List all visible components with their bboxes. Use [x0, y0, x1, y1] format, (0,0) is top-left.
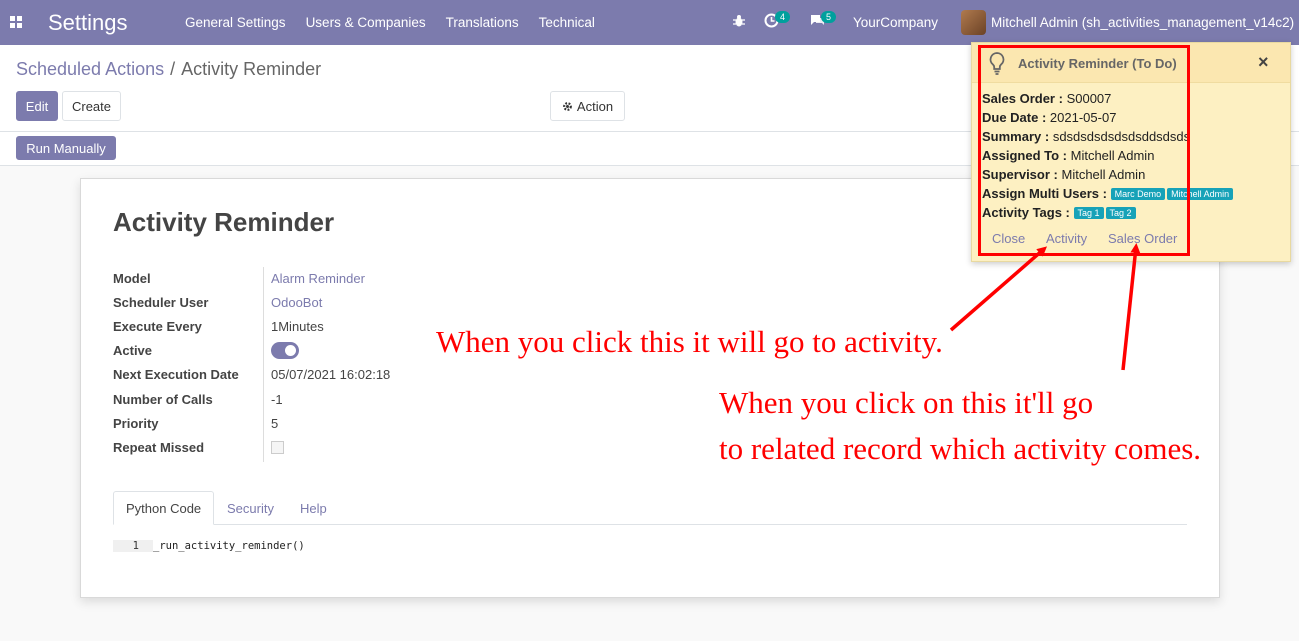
field-row-priority: Priority 5 [113, 411, 390, 435]
summary-value: sdsdsdsdsdsdsddsdsds [1052, 129, 1191, 144]
active-toggle[interactable] [271, 342, 299, 360]
popup-supervisor: Supervisor : Mitchell Admin [982, 167, 1235, 186]
scheduler-user-link[interactable]: OdooBot [263, 295, 322, 310]
gear-icon [563, 101, 572, 111]
due-date-label: Due Date : [982, 110, 1047, 125]
popup-sales-order: Sales Order : S00007 [982, 91, 1235, 110]
create-button[interactable]: Create [62, 91, 121, 121]
activity-reminder-popup: Activity Reminder (To Do) × Sales Order … [971, 42, 1291, 262]
top-navbar: Settings General Settings Users & Compan… [0, 0, 1299, 45]
field-label: Repeat Missed [113, 439, 205, 455]
app-title: Settings [48, 10, 128, 35]
model-link[interactable]: Alarm Reminder [263, 271, 365, 286]
field-label: Execute Every [113, 318, 202, 334]
assigned-label: Assigned To : [982, 148, 1067, 163]
tab-python-code[interactable]: Python Code [113, 491, 215, 525]
popup-activity-link[interactable]: Activity [1046, 231, 1108, 246]
popup-close-link[interactable]: Close [992, 231, 1046, 246]
field-row-repeat-missed: Repeat Missed [113, 435, 390, 459]
field-group: Model Alarm Reminder Scheduler User Odoo… [113, 266, 390, 460]
sales-order-label: Sales Order : [982, 91, 1063, 106]
action-label: Action [576, 98, 614, 114]
field-row-number-of-calls: Number of Calls -1 [113, 387, 390, 411]
annotation-activity: When you click this it will go to activi… [436, 324, 943, 359]
field-row-active: Active [113, 339, 390, 363]
field-label: Priority [113, 415, 159, 431]
popup-assigned-to: Assigned To : Mitchell Admin [982, 148, 1235, 167]
user-tag: Mitchell Admin [1167, 188, 1234, 200]
menu-translations[interactable]: Translations [446, 15, 519, 30]
user-tag: Marc Demo [1110, 188, 1166, 200]
line-number: 1 [113, 540, 153, 552]
repeat-missed-value [263, 440, 284, 454]
field-row-model: Model Alarm Reminder [113, 266, 390, 290]
activity-clock-icon[interactable]: 4 [764, 11, 791, 31]
popup-sales-order-link[interactable]: Sales Order [1108, 231, 1177, 246]
message-count-badge: 5 [821, 11, 837, 23]
field-label: Scheduler User [113, 294, 209, 310]
company-switcher[interactable]: YourCompany [853, 15, 938, 30]
record-title: Activity Reminder [113, 207, 335, 237]
field-label: Number of Calls [113, 391, 213, 407]
field-row-scheduler-user: Scheduler User OdooBot [113, 290, 390, 314]
popup-multi-users: Assign Multi Users : Marc Demo Mitchell A… [982, 186, 1235, 205]
annotation-record-line1: When you click on this it'll go [719, 385, 1094, 420]
field-row-next-execution: Next Execution Date 05/07/2021 16:02:18 [113, 363, 390, 387]
field-label: Next Execution Date [113, 367, 239, 383]
tab-help[interactable]: Help [288, 491, 339, 525]
close-icon[interactable]: × [1258, 52, 1269, 73]
number-of-calls-value: -1 [271, 391, 283, 407]
tab-security[interactable]: Security [215, 491, 286, 525]
assigned-value: Mitchell Admin [1070, 148, 1155, 163]
next-execution-value: 05/07/2021 16:02:18 [271, 367, 391, 383]
lightbulb-icon [988, 51, 1006, 78]
field-label: Model [113, 270, 151, 286]
summary-label: Summary : [982, 129, 1050, 144]
breadcrumb-current: Activity Reminder [181, 59, 322, 79]
menu-technical[interactable]: Technical [539, 15, 595, 30]
breadcrumb-scheduled-actions[interactable]: Scheduled Actions [16, 59, 164, 79]
popup-actions: Close Activity Sales Order [992, 231, 1177, 246]
breadcrumb-separator: / [170, 59, 176, 79]
field-row-execute-every: Execute Every 1Minutes [113, 314, 390, 338]
action-dropdown-button[interactable]: Action [550, 91, 625, 121]
popup-header: Activity Reminder (To Do) × [972, 43, 1290, 83]
popup-body: Sales Order : S00007 Due Date : 2021-05-… [982, 91, 1235, 224]
execute-every-value: 1Minutes [271, 318, 324, 334]
apps-menu-icon[interactable] [10, 16, 22, 28]
popup-title: Activity Reminder (To Do) [1018, 56, 1177, 71]
activity-tag: Tag 2 [1105, 207, 1136, 219]
edit-button[interactable]: Edit [16, 91, 58, 121]
supervisor-label: Supervisor : [982, 167, 1058, 182]
tags-label: Activity Tags : [982, 205, 1070, 220]
activity-count-badge: 4 [775, 11, 791, 23]
user-menu[interactable]: Mitchell Admin (sh_activities_management… [991, 15, 1294, 30]
multi-users-label: Assign Multi Users : [982, 186, 1107, 201]
menu-general-settings[interactable]: General Settings [185, 15, 286, 30]
code-line: _run_activity_reminder() [153, 540, 305, 552]
user-avatar[interactable] [961, 10, 986, 35]
notebook-tabs: Python Code Security Help [113, 491, 1187, 525]
due-date-value: 2021-05-07 [1049, 110, 1117, 125]
sales-order-value: S00007 [1066, 91, 1112, 106]
repeat-missed-checkbox[interactable] [271, 440, 284, 454]
active-value [263, 342, 299, 360]
python-code-editor[interactable]: 1 _run_activity_reminder() [113, 540, 305, 552]
popup-due-date: Due Date : 2021-05-07 [982, 110, 1235, 129]
popup-summary: Summary : sdsdsdsdsdsdsddsdsds [982, 129, 1235, 148]
activity-tag: Tag 1 [1073, 207, 1104, 219]
supervisor-value: Mitchell Admin [1061, 167, 1146, 182]
messaging-chat-icon[interactable]: 5 [809, 11, 837, 31]
priority-value: 5 [271, 415, 279, 431]
menu-users-companies[interactable]: Users & Companies [306, 15, 426, 30]
field-label: Active [113, 343, 153, 359]
breadcrumb: Scheduled Actions / Activity Reminder [16, 59, 321, 80]
main-menu: General Settings Users & Companies Trans… [185, 15, 595, 30]
run-manually-button[interactable]: Run Manually [16, 136, 116, 160]
debug-bug-icon[interactable] [732, 14, 746, 31]
popup-activity-tags: Activity Tags : Tag 1 Tag 2 [982, 205, 1235, 224]
annotation-record-line2: to related record which activity comes. [719, 431, 1202, 466]
